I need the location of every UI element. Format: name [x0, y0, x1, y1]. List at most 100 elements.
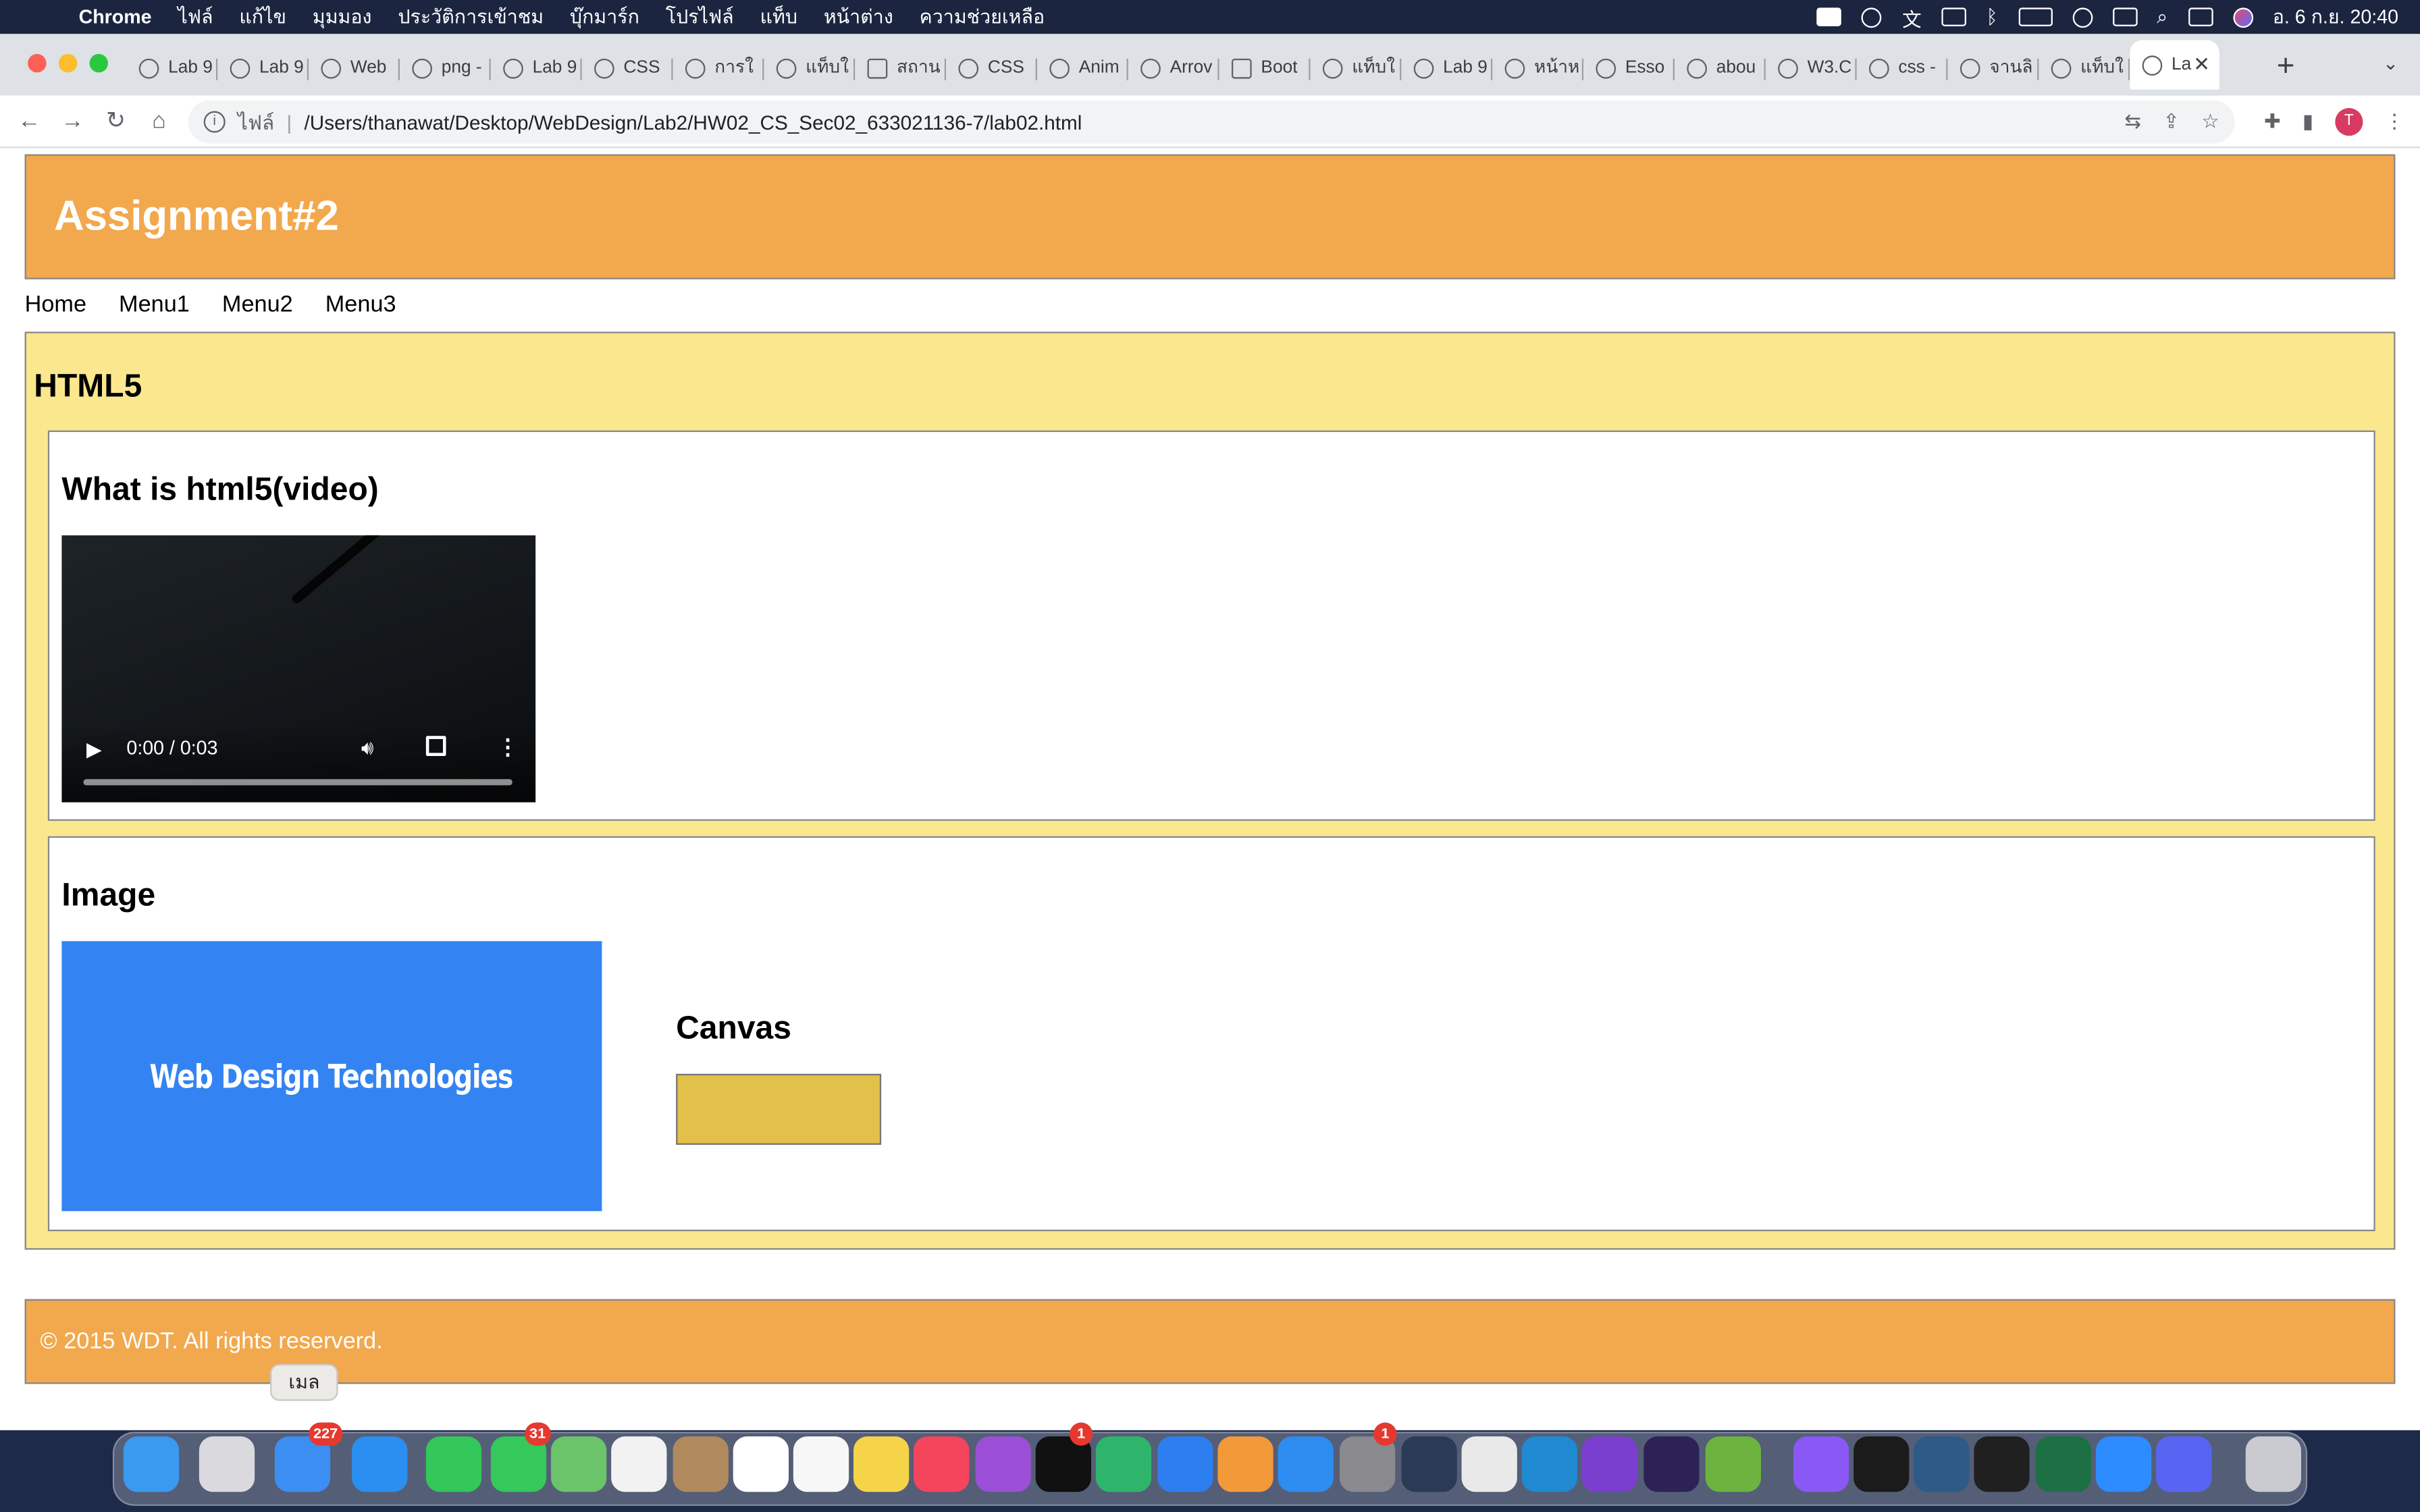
keyboard-icon[interactable]	[2112, 7, 2137, 26]
menu-bookmarks[interactable]: บุ๊กมาร์ก	[570, 1, 639, 32]
browser-tab[interactable]: แท็บใ	[2038, 47, 2130, 90]
zoom-window-button[interactable]	[89, 54, 108, 73]
browser-tab[interactable]: png -	[400, 47, 491, 90]
facetime-icon[interactable]	[425, 1436, 482, 1492]
menubar-clock[interactable]: อ. 6 ก.ย. 20:40	[2273, 1, 2398, 32]
eclipse-icon[interactable]	[1643, 1436, 1700, 1492]
trash-icon[interactable]	[2245, 1436, 2302, 1492]
excel-icon[interactable]	[2035, 1436, 2092, 1492]
browser-tab[interactable]: หน้าห	[1492, 47, 1584, 90]
maps-icon[interactable]	[551, 1436, 607, 1492]
minimize-window-button[interactable]	[58, 54, 78, 73]
menu-window[interactable]: หน้าต่าง	[824, 1, 893, 32]
browser-tab[interactable]: Web	[309, 47, 400, 90]
finder-icon[interactable]	[123, 1436, 180, 1492]
terminal-icon[interactable]	[1853, 1436, 1910, 1492]
browser-tab[interactable]: abou	[1675, 47, 1766, 90]
reload-icon[interactable]: ↻	[99, 105, 132, 138]
discord-icon[interactable]	[2156, 1436, 2212, 1492]
back-arrow-icon[interactable]: ←	[12, 105, 46, 138]
input-a-icon[interactable]	[1941, 7, 1966, 26]
bluetooth-icon[interactable]: ᛒ	[1987, 6, 1998, 28]
site-info-icon[interactable]: i	[203, 111, 226, 133]
notes-icon[interactable]	[853, 1436, 910, 1492]
nav-menu2-link[interactable]: Menu2	[222, 292, 293, 318]
bookmark-star-icon[interactable]: ☆	[2201, 109, 2219, 134]
browser-tab[interactable]: Lab 9	[217, 47, 309, 90]
menu-history[interactable]: ประวัติการเข้าชม	[398, 1, 544, 32]
search-icon[interactable]: ⌕	[2157, 5, 2167, 28]
video-player[interactable]: ▶ 0:00 / 0:03 🔊︎ ⋮	[61, 535, 536, 803]
visual-studio-icon[interactable]	[1581, 1436, 1638, 1492]
nav-menu1-link[interactable]: Menu1	[119, 292, 190, 318]
forward-arrow-icon[interactable]: →	[55, 105, 89, 138]
url-text[interactable]: /Users/thanawat/Desktop/WebDesign/Lab2/H…	[305, 110, 1082, 133]
menu-tab[interactable]: แท็บ	[760, 1, 797, 32]
reminders-icon[interactable]	[793, 1436, 849, 1492]
browser-tab[interactable]: Boot	[1219, 47, 1311, 90]
contacts-icon[interactable]	[673, 1436, 729, 1492]
music-icon[interactable]	[914, 1436, 970, 1492]
browser-tab[interactable]: La ✕	[2130, 40, 2219, 90]
tab-search-chevron-icon[interactable]: ⌄	[2383, 53, 2398, 74]
menu-profiles[interactable]: โปรไฟล์	[666, 1, 734, 32]
creative-cloud-icon[interactable]	[1862, 7, 1883, 27]
close-window-button[interactable]	[28, 54, 47, 73]
browser-tab[interactable]: แท็บใ	[1311, 47, 1402, 90]
video-progress-bar[interactable]	[83, 779, 512, 786]
menu-view[interactable]: มุมมอง	[313, 1, 372, 32]
browser-tab[interactable]: css -	[1857, 47, 1948, 90]
translate-page-icon[interactable]: ⇆	[2124, 109, 2141, 134]
more-options-icon[interactable]: ⋮	[497, 734, 519, 761]
photos-icon[interactable]	[611, 1436, 667, 1492]
new-tab-button[interactable]: +	[2272, 49, 2300, 85]
vscode-icon[interactable]	[1521, 1436, 1577, 1492]
translate-icon[interactable]: 文	[1902, 2, 1922, 31]
browser-tab[interactable]: CSS	[582, 47, 673, 90]
share-icon[interactable]: ⇪	[2163, 109, 2180, 134]
zoom-icon[interactable]	[2096, 1436, 2152, 1492]
browser-tab[interactable]: จานลิ	[1948, 47, 2039, 90]
quicktime-icon[interactable]	[1401, 1436, 1457, 1492]
browser-tab[interactable]: Arrov	[1128, 47, 1219, 90]
browser-tab[interactable]: Lab 9	[126, 47, 218, 90]
siri-icon[interactable]	[2232, 7, 2253, 27]
chrome-icon[interactable]	[1461, 1436, 1517, 1492]
link-icon[interactable]	[2072, 7, 2093, 27]
chrome-menu-icon[interactable]: ⋮	[2384, 109, 2404, 134]
nav-menu3-link[interactable]: Menu3	[325, 292, 396, 318]
menu-app-name[interactable]: Chrome	[79, 6, 152, 28]
keynote-icon[interactable]	[1157, 1436, 1213, 1492]
fullscreen-icon[interactable]	[425, 736, 446, 756]
nav-home-link[interactable]: Home	[25, 292, 86, 318]
safari-icon[interactable]	[352, 1436, 408, 1492]
volume-icon[interactable]: 🔊︎	[361, 736, 374, 761]
launchpad-icon[interactable]	[199, 1436, 255, 1492]
terminal-2-icon[interactable]	[1974, 1436, 2030, 1492]
browser-tab[interactable]: Anim	[1037, 47, 1128, 90]
podcasts-icon[interactable]	[975, 1436, 1031, 1492]
messenger-icon[interactable]	[1793, 1436, 1849, 1492]
mysql-workbench-icon[interactable]	[1914, 1436, 1970, 1492]
menu-edit[interactable]: แก้ไข	[239, 1, 286, 32]
browser-tab[interactable]: การใ	[673, 47, 764, 90]
pages-icon[interactable]	[1217, 1436, 1273, 1492]
profile-avatar[interactable]: T	[2335, 108, 2363, 136]
menu-file[interactable]: ไฟล์	[178, 1, 213, 32]
calendar-icon[interactable]	[733, 1436, 789, 1492]
home-icon[interactable]: ⌂	[142, 105, 176, 138]
browser-tab[interactable]: Lab 9	[1401, 47, 1493, 90]
address-bar[interactable]: i ไฟล์ | /Users/thanawat/Desktop/WebDesi…	[188, 100, 2235, 144]
browser-tab[interactable]: แท็บใ	[764, 47, 856, 90]
close-tab-icon[interactable]: ✕	[2193, 53, 2210, 78]
browser-tab[interactable]: Esso	[1583, 47, 1675, 90]
control-center-icon[interactable]	[2188, 7, 2213, 26]
side-panel-icon[interactable]: ▮	[2303, 109, 2313, 134]
browser-tab[interactable]: CSS	[946, 47, 1038, 90]
numbers-icon[interactable]	[1095, 1436, 1152, 1492]
browser-tab[interactable]: สถาน	[855, 47, 947, 90]
extensions-icon[interactable]: ✚	[2264, 109, 2281, 134]
spring-icon[interactable]	[1705, 1436, 1761, 1492]
browser-tab[interactable]: Lab 9	[491, 47, 582, 90]
menu-help[interactable]: ความช่วยเหลือ	[920, 1, 1045, 32]
